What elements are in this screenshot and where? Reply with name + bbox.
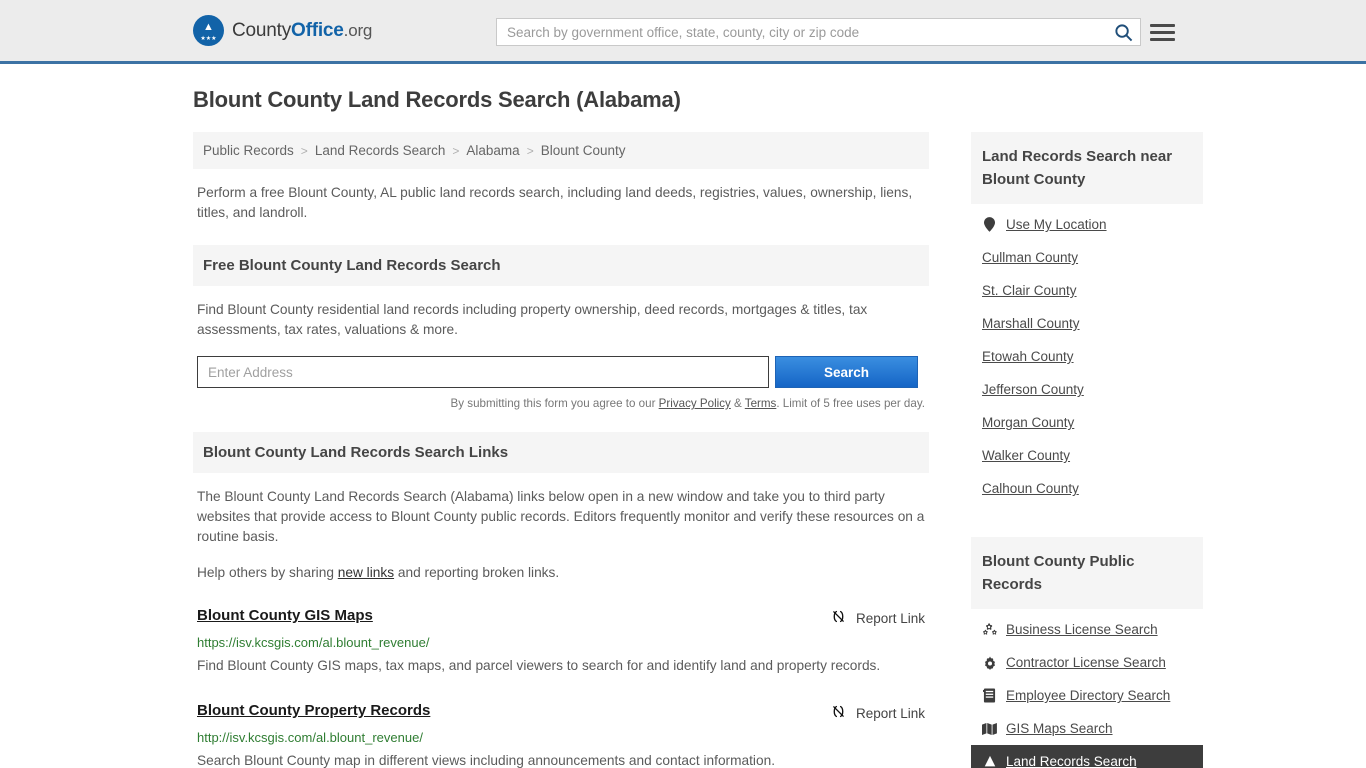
logo-bold: Office [291,19,344,41]
sidebar-item-label[interactable]: Contractor License Search [1006,655,1166,670]
public-records-heading: Blount County Public Records [971,537,1203,609]
sidebar-item-label[interactable]: Land Records Search [1006,754,1137,768]
terms-link[interactable]: Terms [745,397,777,410]
main-column: Public Records > Land Records Search > A… [193,132,929,768]
share-links-line: Help others by sharing new links and rep… [193,563,929,583]
map-pin-icon [982,217,997,232]
hamburger-bar [1150,30,1175,34]
page-body: Blount County Land Records Search (Alaba… [0,64,1366,768]
hamburger-menu-icon[interactable] [1150,19,1176,45]
breadcrumb-separator: > [452,143,460,158]
sidebar-item-label[interactable]: Etowah County [982,349,1074,364]
sidebar-item-marshall-county[interactable]: Marshall County [971,307,1203,340]
address-search-form: Search [193,356,929,388]
land-icon [982,755,997,768]
link-entry: Blount County GIS Maps Report Link https… [193,607,929,678]
logo-suffix: .org [343,20,373,40]
breadcrumb-item-public-records[interactable]: Public Records [203,143,294,158]
breadcrumb: Public Records > Land Records Search > A… [193,132,929,169]
link-entry: Blount County Property Records Report Li… [193,702,929,768]
nearby-section-heading: Land Records Search near Blount County [971,132,1203,204]
sidebar-item-label[interactable]: Walker County [982,448,1070,463]
site-logo[interactable]: ▲ ★★★ CountyOffice.org [193,15,372,46]
sidebar-item-label[interactable]: Jefferson County [982,382,1084,397]
disclaimer-prefix: By submitting this form you agree to our [450,397,659,410]
breadcrumb-item-land-records-search[interactable]: Land Records Search [315,143,446,158]
broken-link-icon [830,608,847,628]
sidebar-item-etowah-county[interactable]: Etowah County [971,340,1203,373]
sidebar-item-contractor-license-search[interactable]: Contractor License Search [971,646,1203,679]
sidebar-item-cullman-county[interactable]: Cullman County [971,241,1203,274]
intro-paragraph: Perform a free Blount County, AL public … [197,185,913,220]
sidebar-item-label[interactable]: Calhoun County [982,481,1079,496]
disclaimer-suffix: . Limit of 5 free uses per day. [776,397,925,410]
disclaimer-amp: & [730,397,745,410]
sidebar-item-st-clair-county[interactable]: St. Clair County [971,274,1203,307]
new-links-link[interactable]: new links [338,565,394,580]
breadcrumb-item-alabama[interactable]: Alabama [466,143,519,158]
report-link-button[interactable]: Report Link [830,702,925,723]
breadcrumb-item-blount-county: Blount County [540,143,626,158]
report-link-label: Report Link [855,610,925,626]
sidebar-item-label[interactable]: Marshall County [982,316,1080,331]
share-prefix: Help others by sharing [197,565,338,580]
global-search-bar[interactable] [496,18,1141,46]
breadcrumb-separator: > [526,143,534,158]
link-title[interactable]: Blount County Property Records [197,702,430,719]
directory-icon [982,688,997,703]
search-button[interactable]: Search [775,356,918,388]
sidebar-item-land-records-search[interactable]: Land Records Search [971,745,1203,768]
hamburger-bar [1150,23,1175,27]
sidebar-item-label[interactable]: Cullman County [982,250,1078,265]
sidebar-item-morgan-county[interactable]: Morgan County [971,406,1203,439]
sidebar-item-use-my-location[interactable]: Use My Location [971,208,1203,241]
links-section-description: The Blount County Land Records Search (A… [197,489,925,544]
eagle-seal-icon: ▲ ★★★ [193,15,224,46]
broken-link-icon [830,703,847,723]
free-search-heading: Free Blount County Land Records Search [193,245,929,286]
link-url: https://isv.kcsgis.com/al.blount_revenue… [197,635,430,650]
sidebar-item-label[interactable]: Business License Search [1006,622,1158,637]
sidebar-item-label[interactable]: Use My Location [1006,217,1107,232]
sidebar-item-employee-directory-search[interactable]: Employee Directory Search [971,679,1203,712]
form-disclaimer: By submitting this form you agree to our… [193,397,929,410]
share-suffix: and reporting broken links. [394,565,560,580]
sidebar-item-jefferson-county[interactable]: Jefferson County [971,373,1203,406]
logo-text: CountyOffice.org [232,20,372,42]
gears-icon [982,622,997,637]
link-description: Find Blount County GIS maps, tax maps, a… [197,658,881,673]
sidebar-item-label[interactable]: Employee Directory Search [1006,688,1170,703]
gear-icon [982,655,997,670]
sidebar-item-calhoun-county[interactable]: Calhoun County [971,472,1203,505]
address-input[interactable] [197,356,769,388]
report-link-label: Report Link [855,705,925,721]
breadcrumb-separator: > [300,143,308,158]
nearby-county-list: Use My Location Cullman County St. Clair… [971,208,1203,505]
free-search-description: Find Blount County residential land reco… [197,302,868,337]
page-title: Blount County Land Records Search (Alaba… [193,87,681,112]
links-section-heading: Blount County Land Records Search Links [193,432,929,473]
link-url: http://isv.kcsgis.com/al.blount_revenue/ [197,730,423,745]
map-icon [982,722,997,736]
search-input[interactable] [497,19,1106,45]
sidebar-item-gis-maps-search[interactable]: GIS Maps Search [971,712,1203,745]
sidebar: Land Records Search near Blount County U… [971,132,1203,768]
logo-prefix: County [232,19,292,41]
sidebar-item-label[interactable]: GIS Maps Search [1006,721,1113,736]
link-title[interactable]: Blount County GIS Maps [197,607,373,624]
search-icon[interactable] [1106,19,1140,45]
public-records-block: Blount County Public Records Business Li… [971,537,1203,768]
public-records-list: Business License Search Contractor Licen… [971,613,1203,768]
link-description: Search Blount County map in different vi… [197,753,776,768]
site-header: ▲ ★★★ CountyOffice.org [0,0,1366,64]
hamburger-bar [1150,37,1175,41]
sidebar-item-label[interactable]: Morgan County [982,415,1074,430]
sidebar-item-label[interactable]: St. Clair County [982,283,1077,298]
privacy-policy-link[interactable]: Privacy Policy [659,397,731,410]
sidebar-item-walker-county[interactable]: Walker County [971,439,1203,472]
report-link-button[interactable]: Report Link [830,607,925,628]
sidebar-item-business-license-search[interactable]: Business License Search [971,613,1203,646]
